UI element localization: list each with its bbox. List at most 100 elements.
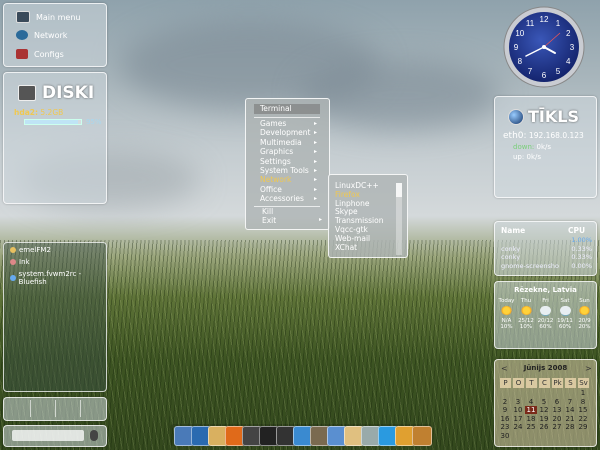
editor-icon <box>10 275 16 281</box>
menu-item-graphics[interactable]: Graphics <box>260 147 293 156</box>
calendar-day[interactable]: 25 <box>525 423 537 431</box>
sun-icon <box>520 306 532 315</box>
sun-icon <box>579 306 590 315</box>
submenu-item-linphone[interactable]: Linphone <box>335 199 370 208</box>
clock-number: 4 <box>566 57 571 66</box>
submenu-item-web-mail[interactable]: Web-mail <box>335 234 370 243</box>
calendar-day[interactable]: 1 <box>577 389 589 397</box>
pager-desk-3[interactable] <box>56 400 81 417</box>
cpu-process-widget: Name CPU 1.00% conky 0.33% conky 0.33% gnome-… <box>494 221 597 276</box>
calendar-day[interactable]: 8 <box>577 398 589 406</box>
menu-item-kill[interactable]: Kill <box>262 207 273 216</box>
calendar-day[interactable]: 2 <box>499 398 511 406</box>
clock-number: 2 <box>566 29 571 38</box>
pager-desk-4[interactable] <box>81 400 104 417</box>
menu-separator <box>254 117 320 118</box>
menu-item-multimedia[interactable]: Multimedia <box>260 138 302 147</box>
main-menu-item[interactable]: Main menu <box>16 11 81 23</box>
submenu-scrollbar[interactable] <box>396 183 402 255</box>
calendar-day[interactable]: 29 <box>577 423 589 431</box>
cpu-process-name: conky <box>501 253 521 261</box>
task-item-bluefish[interactable]: system.fvwm2rc - Bluefish <box>10 270 106 286</box>
clock-number: 8 <box>518 57 523 66</box>
menu-item-development[interactable]: Development <box>260 128 311 137</box>
task-item-ink[interactable]: Ink <box>10 258 30 266</box>
calendar-day[interactable]: 21 <box>564 415 576 423</box>
menu-item-office[interactable]: Office <box>260 185 282 194</box>
cpu-process-name: gnome-screensho <box>501 261 559 270</box>
menu-terminal-item[interactable]: Terminal <box>260 104 292 114</box>
menu-item-settings[interactable]: Settings <box>260 157 291 166</box>
calendar-day[interactable]: 5 <box>538 398 550 406</box>
network-ip: 192.168.0.123 <box>528 131 584 140</box>
calendar-day[interactable]: 17 <box>512 415 524 423</box>
cpu-header-name: Name <box>501 226 526 235</box>
disk-usage-bar <box>24 119 82 125</box>
calendar-day[interactable]: 13 <box>551 406 563 414</box>
submenu-item-vqcc-gtk[interactable]: Vqcc-gtk <box>335 225 368 234</box>
computer-icon <box>16 11 30 23</box>
mouse-icon[interactable] <box>90 430 98 441</box>
cpu-process-name: conky <box>501 244 521 253</box>
calendar-day[interactable]: 27 <box>551 423 563 431</box>
weather-day: Today N/A 10% <box>497 298 516 330</box>
calendar-day[interactable]: 23 <box>499 423 511 431</box>
calendar-day[interactable]: 28 <box>564 423 576 431</box>
disk-device: hda2: <box>14 108 38 117</box>
submenu-arrow-icon: ▸ <box>314 148 318 156</box>
pager-desk-1[interactable] <box>6 400 31 417</box>
menu-item-system-tools[interactable]: System Tools <box>260 166 309 175</box>
calendar-day[interactable]: 24 <box>512 423 524 431</box>
run-input[interactable] <box>12 430 84 441</box>
submenu-item-skype[interactable]: Skype <box>335 207 358 216</box>
disk-widget: DISKI hda2: 5.2GB 95% <box>3 72 107 204</box>
calendar-today[interactable]: 11 <box>525 406 537 415</box>
calendar-next-button[interactable]: > <box>585 364 592 373</box>
task-item-emelfm2[interactable]: emelFM2 <box>10 246 51 254</box>
pager-desk-2[interactable] <box>31 400 56 417</box>
weather-day: Thu 25/12 10% <box>517 298 536 330</box>
calendar-day[interactable]: 30 <box>499 432 511 440</box>
calendar-day[interactable]: 3 <box>512 398 524 406</box>
weather-day-name: Today <box>498 298 515 304</box>
desktop-pager <box>3 397 107 421</box>
submenu-arrow-icon: ▸ <box>314 176 318 184</box>
calendar-day[interactable]: 15 <box>577 406 589 414</box>
calendar-day[interactable]: 20 <box>551 415 563 423</box>
submenu-item-linuxdc-[interactable]: LinuxDC++ <box>335 181 379 190</box>
menu-item-exit[interactable]: Exit <box>262 216 276 225</box>
close-icon[interactable] <box>412 426 432 446</box>
submenu-item-transmission[interactable]: Transmission <box>335 216 383 225</box>
calendar-day[interactable]: 10 <box>512 406 524 414</box>
menu-item-accessories[interactable]: Accessories <box>260 194 304 203</box>
calendar-weekday: Pk <box>552 378 563 388</box>
calendar-weekday: S <box>565 378 576 388</box>
calendar-day[interactable]: 6 <box>551 398 563 406</box>
globe-icon <box>508 109 524 125</box>
calendar-day[interactable]: 7 <box>564 398 576 406</box>
weather-day-name: Thu <box>520 298 532 304</box>
clock-number: 3 <box>570 43 575 52</box>
menu-item-games[interactable]: Games <box>260 119 286 128</box>
submenu-item-xchat[interactable]: XChat <box>335 243 357 252</box>
calendar-day[interactable]: 9 <box>499 406 511 414</box>
calendar-day[interactable]: 14 <box>564 406 576 414</box>
submenu-arrow-icon: ▸ <box>314 195 318 203</box>
calendar-weekday: O <box>513 378 524 388</box>
calendar-day[interactable]: 4 <box>525 398 537 406</box>
application-menu: Terminal Games ▸ Development ▸ Multimedia ▸ Gr… <box>245 98 330 230</box>
calendar-day[interactable]: 22 <box>577 415 589 423</box>
submenu-item-firefox[interactable]: Firefox <box>335 190 360 199</box>
calendar-day[interactable]: 18 <box>525 415 537 423</box>
weather-precip: 20% <box>578 324 591 330</box>
calendar-day[interactable]: 16 <box>499 415 511 423</box>
calendar-day[interactable]: 12 <box>538 406 550 414</box>
clock-number: 12 <box>540 15 549 24</box>
disk-percent: 95% <box>86 118 102 126</box>
menu-item-network[interactable]: Network <box>260 175 291 184</box>
calendar-day[interactable]: 26 <box>538 423 550 431</box>
network-menu-item[interactable]: Network <box>16 30 67 40</box>
clock-number: 5 <box>556 67 561 76</box>
configs-menu-item[interactable]: Configs <box>16 49 64 59</box>
calendar-day[interactable]: 19 <box>538 415 550 423</box>
